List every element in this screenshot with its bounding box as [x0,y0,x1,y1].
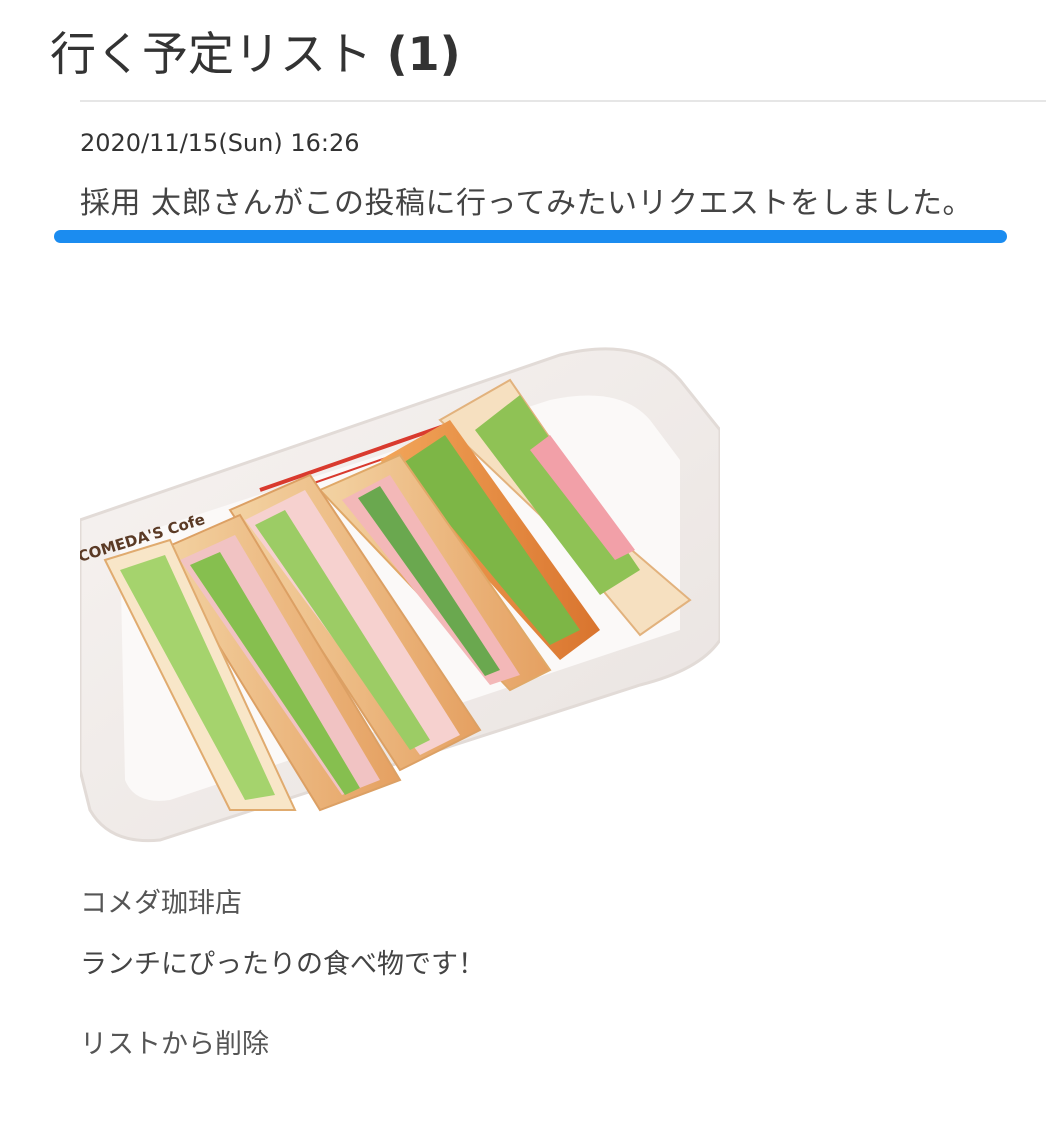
highlight-underline [54,230,1007,243]
request-notice: 採用 太郎さんがこの投稿に行ってみたいリクエストをしました。 [80,186,974,221]
page-title-text: 行く予定リスト [50,27,372,81]
sandwich-photo: COMEDA'S Cofe [80,340,720,850]
remove-from-list-link[interactable]: リストから削除 [80,1026,269,1064]
entry-timestamp: 2020/11/15(Sun) 16:26 [80,129,360,157]
page-title: 行く予定リスト (1) [50,22,461,86]
post-description: ランチにぴったりの食べ物です！ [80,949,485,980]
sandwich-image: COMEDA'S Cofe [80,347,720,843]
header-divider [80,100,1046,102]
shop-name[interactable]: コメダ珈琲店 [80,886,242,922]
list-count: (1) [386,27,461,81]
